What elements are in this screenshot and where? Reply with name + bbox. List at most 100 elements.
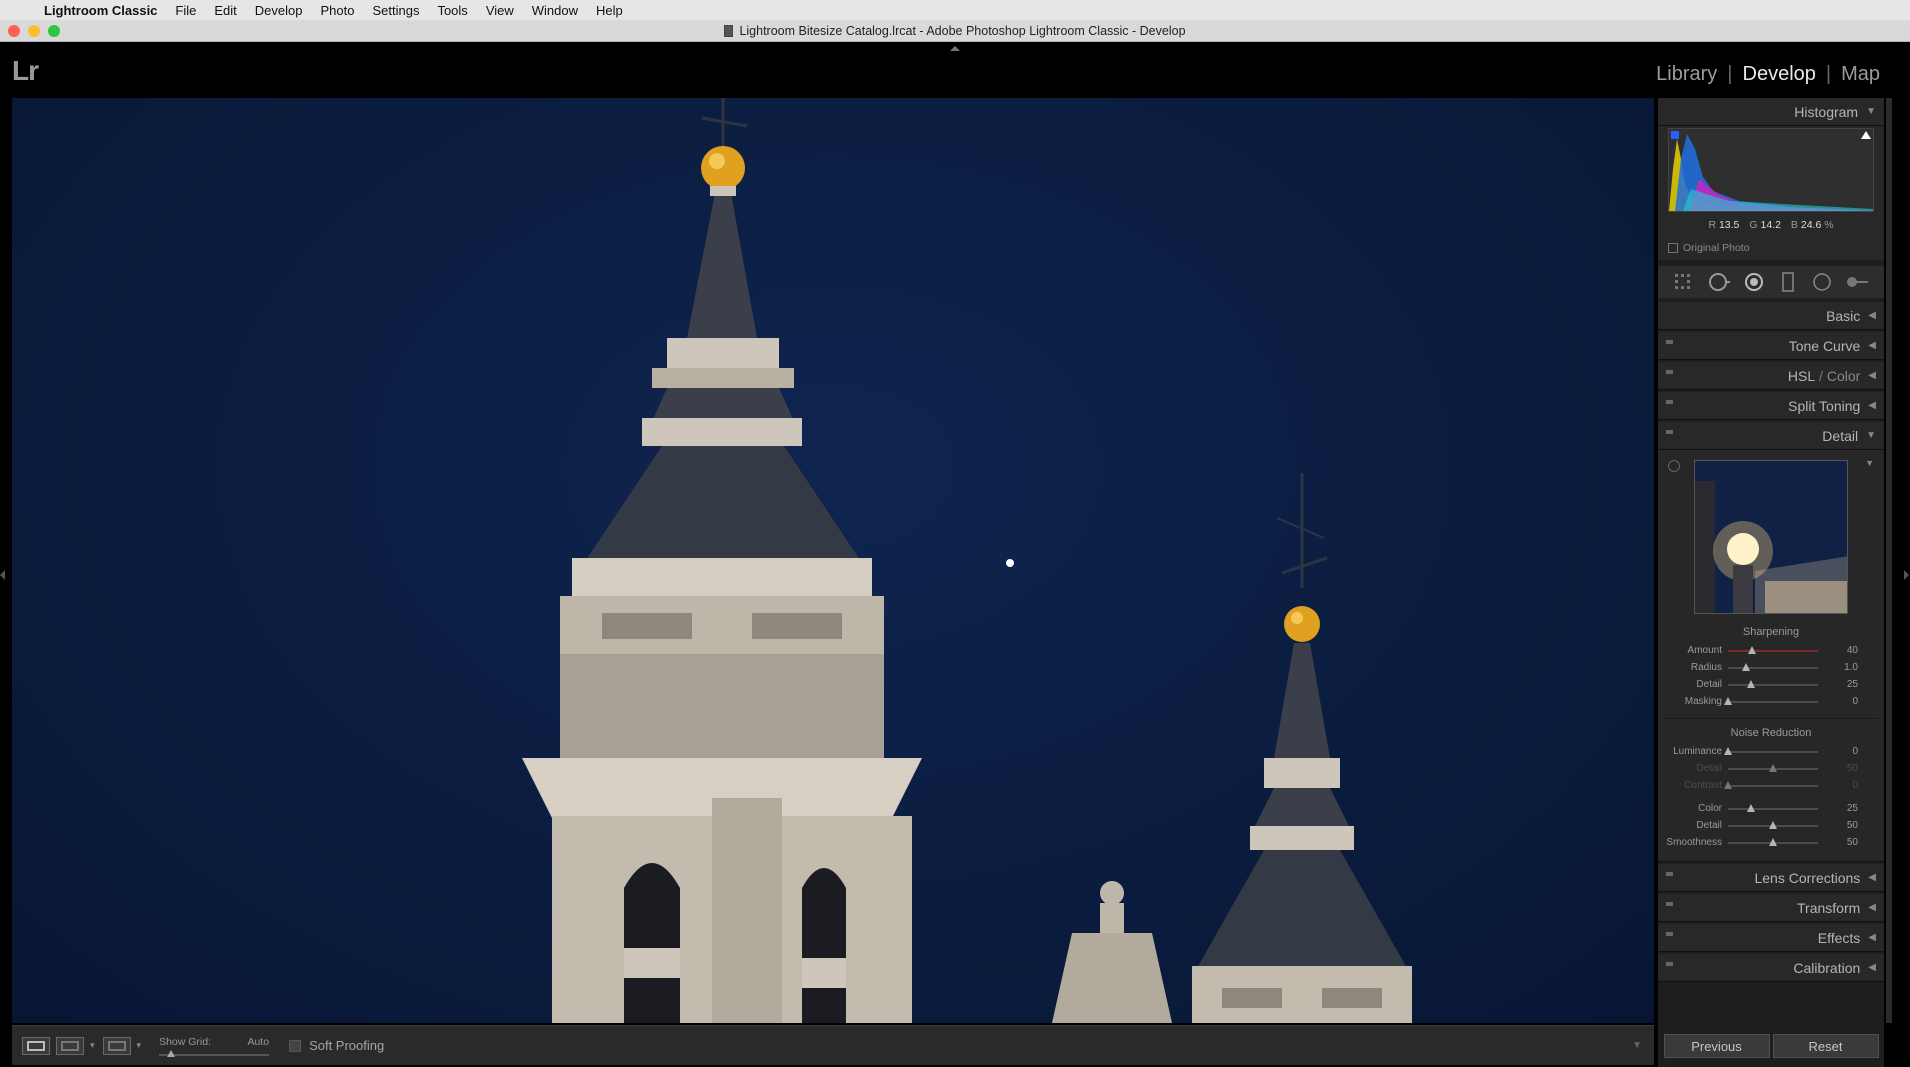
panel-switch-icon[interactable] xyxy=(1666,872,1673,876)
module-library[interactable]: Library xyxy=(1646,63,1727,86)
slider-value[interactable]: 0 xyxy=(1818,696,1868,707)
right-panel-scrollbar[interactable] xyxy=(1886,98,1892,1023)
menu-window[interactable]: Window xyxy=(532,3,578,18)
panel-switch-icon[interactable] xyxy=(1666,902,1673,906)
hsl-panel-header[interactable]: HSL / Color ◀ xyxy=(1658,362,1884,390)
before-after-lr-button[interactable] xyxy=(56,1036,84,1055)
show-grid-value[interactable]: Auto xyxy=(247,1036,269,1048)
original-photo-toggle[interactable]: Original Photo xyxy=(1668,242,1750,254)
slider-value[interactable]: 50 xyxy=(1818,837,1868,848)
zoom-window-button[interactable] xyxy=(48,25,60,37)
expand-triangle-icon[interactable]: ◀ xyxy=(1868,310,1876,321)
reset-button[interactable]: Reset xyxy=(1772,1034,1879,1058)
panel-switch-icon[interactable] xyxy=(1666,962,1673,966)
radial-filter-tool-icon[interactable] xyxy=(1811,271,1833,293)
detail-target-icon[interactable] xyxy=(1668,460,1680,472)
slider-thumb[interactable] xyxy=(1769,820,1777,829)
noise-color-detail-slider[interactable] xyxy=(1728,820,1818,829)
collapse-triangle-icon[interactable]: ▼ xyxy=(1866,106,1876,117)
expand-triangle-icon[interactable]: ◀ xyxy=(1868,932,1876,943)
loupe-view-button[interactable] xyxy=(22,1036,50,1055)
menu-develop[interactable]: Develop xyxy=(255,3,303,18)
highlight-clipping-icon[interactable] xyxy=(1861,131,1871,139)
before-after-menu-icon[interactable]: ▾ xyxy=(90,1040,95,1051)
previous-button[interactable]: Previous xyxy=(1663,1034,1770,1058)
slider-value[interactable]: 50 xyxy=(1818,820,1868,831)
slider-thumb[interactable] xyxy=(1724,746,1732,755)
expand-triangle-icon[interactable]: ◀ xyxy=(1868,962,1876,973)
module-map[interactable]: Map xyxy=(1831,63,1890,86)
menu-help[interactable]: Help xyxy=(596,3,623,18)
panel-switch-icon[interactable] xyxy=(1666,340,1673,344)
noise-color-smoothness-slider[interactable] xyxy=(1728,837,1818,846)
photo-viewer[interactable] xyxy=(12,98,1654,1023)
expand-triangle-icon[interactable]: ◀ xyxy=(1868,902,1876,913)
soft-proofing-toggle[interactable]: Soft Proofing xyxy=(289,1038,384,1053)
adjustment-brush-tool-icon[interactable] xyxy=(1846,271,1868,293)
red-eye-tool-icon[interactable] xyxy=(1743,271,1765,293)
panel-switch-icon[interactable] xyxy=(1666,400,1673,404)
minimize-window-button[interactable] xyxy=(28,25,40,37)
panel-switch-icon[interactable] xyxy=(1666,932,1673,936)
soft-proofing-checkbox[interactable] xyxy=(289,1039,302,1052)
menu-edit[interactable]: Edit xyxy=(214,3,236,18)
menu-view[interactable]: View xyxy=(486,3,514,18)
crop-tool-icon[interactable] xyxy=(1674,271,1696,293)
original-photo-checkbox[interactable] xyxy=(1668,243,1678,253)
transform-panel-header[interactable]: Transform ◀ xyxy=(1658,894,1884,922)
sharpening-masking-slider[interactable] xyxy=(1724,696,1818,705)
collapse-right-panel-icon[interactable] xyxy=(1904,570,1909,580)
slider-thumb[interactable] xyxy=(1746,679,1755,688)
detail-zoom-preview[interactable] xyxy=(1694,460,1848,614)
spot-removal-tool-icon[interactable] xyxy=(1708,271,1731,293)
menu-tools[interactable]: Tools xyxy=(437,3,467,18)
color-title[interactable]: Color xyxy=(1827,368,1860,384)
expand-left-panel-icon[interactable] xyxy=(0,570,5,580)
slider-value[interactable]: 0 xyxy=(1818,746,1868,757)
slider-thumb[interactable] xyxy=(1746,803,1755,812)
basic-panel-header[interactable]: Basic ◀ xyxy=(1658,302,1884,330)
tone-curve-panel-header[interactable]: Tone Curve ◀ xyxy=(1658,332,1884,360)
slider-thumb[interactable] xyxy=(1769,837,1777,846)
menu-app-name[interactable]: Lightroom Classic xyxy=(44,3,157,18)
module-develop[interactable]: Develop xyxy=(1733,63,1826,86)
sharpening-detail-slider[interactable] xyxy=(1728,679,1818,688)
toolbar-menu-icon[interactable]: ▼ xyxy=(1632,1040,1642,1051)
slider-value[interactable]: 25 xyxy=(1818,803,1868,814)
slider-value[interactable]: 40 xyxy=(1818,645,1868,656)
yy-menu-icon[interactable]: ▾ xyxy=(137,1040,142,1051)
menu-photo[interactable]: Photo xyxy=(320,3,354,18)
sharpening-radius-slider[interactable] xyxy=(1728,662,1818,671)
lens-corrections-panel-header[interactable]: Lens Corrections ◀ xyxy=(1658,864,1884,892)
grid-opacity-slider[interactable] xyxy=(159,1049,270,1057)
effects-panel-header[interactable]: Effects ◀ xyxy=(1658,924,1884,952)
hsl-title[interactable]: HSL xyxy=(1788,368,1815,384)
panel-switch-icon[interactable] xyxy=(1666,430,1673,434)
calibration-panel-header[interactable]: Calibration ◀ xyxy=(1658,954,1884,982)
detail-panel-header[interactable]: Detail ▼ xyxy=(1658,422,1884,450)
histogram-graph[interactable] xyxy=(1668,128,1874,212)
preview-toggle-icon[interactable]: ▼ xyxy=(1865,458,1874,468)
slider-thumb[interactable] xyxy=(1724,696,1732,705)
graduated-filter-tool-icon[interactable] xyxy=(1777,271,1799,293)
expand-triangle-icon[interactable]: ◀ xyxy=(1868,400,1876,411)
slider-thumb[interactable] xyxy=(1748,645,1757,654)
before-after-yy-button[interactable] xyxy=(102,1036,131,1055)
expand-triangle-icon[interactable]: ◀ xyxy=(1868,872,1876,883)
panel-switch-icon[interactable] xyxy=(1666,370,1673,374)
expand-triangle-icon[interactable]: ◀ xyxy=(1868,370,1876,381)
show-grid-control[interactable]: Show Grid: Auto xyxy=(159,1036,270,1057)
slider-value[interactable]: 1.0 xyxy=(1818,662,1868,673)
collapse-triangle-icon[interactable]: ▼ xyxy=(1866,430,1876,441)
collapse-top-panel-icon[interactable] xyxy=(950,46,960,51)
menu-settings[interactable]: Settings xyxy=(372,3,419,18)
histogram-header[interactable]: Histogram ▼ xyxy=(1658,98,1884,126)
expand-triangle-icon[interactable]: ◀ xyxy=(1868,340,1876,351)
slider-thumb[interactable] xyxy=(1742,662,1750,671)
menu-file[interactable]: File xyxy=(175,3,196,18)
slider-value[interactable]: 25 xyxy=(1818,679,1868,690)
shadow-clipping-icon[interactable] xyxy=(1671,131,1679,139)
split-toning-panel-header[interactable]: Split Toning ◀ xyxy=(1658,392,1884,420)
noise-color-color-slider[interactable] xyxy=(1728,803,1818,812)
close-window-button[interactable] xyxy=(8,25,20,37)
